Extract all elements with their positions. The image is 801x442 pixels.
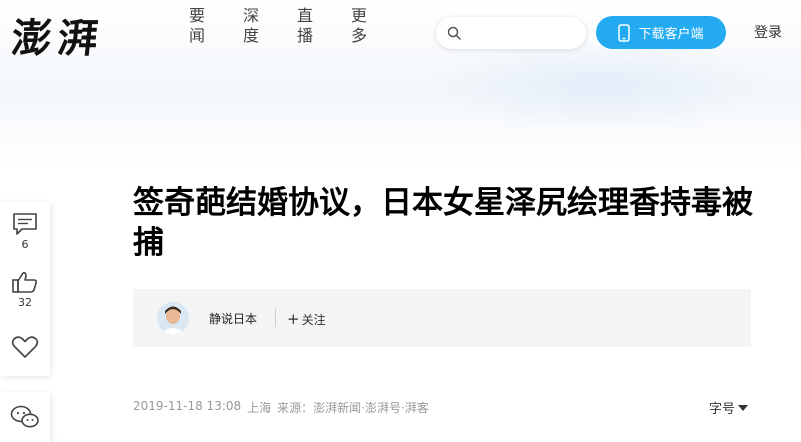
- nav-item-depth[interactable]: 深度: [242, 6, 260, 46]
- download-label: 下载客户端: [638, 27, 704, 42]
- like-action[interactable]: 32: [0, 260, 50, 318]
- publish-location: 上海: [247, 401, 272, 415]
- wechat-icon: [10, 405, 39, 428]
- header-background-glow: [430, 40, 770, 130]
- nav-item-news[interactable]: 要闻: [188, 6, 206, 46]
- nav-item-more[interactable]: 更多: [350, 6, 368, 46]
- favorite-action[interactable]: [0, 318, 50, 376]
- action-sidebar: 6 32: [0, 202, 50, 376]
- search-icon[interactable]: [447, 26, 461, 40]
- author-name[interactable]: 静说日本: [209, 310, 257, 327]
- like-count: 32: [18, 295, 32, 309]
- thumbs-up-icon: [12, 271, 38, 293]
- nav-item-live[interactable]: 直播: [296, 6, 314, 46]
- login-link[interactable]: 登录: [754, 22, 782, 42]
- follow-label: 关注: [301, 313, 326, 327]
- download-app-button[interactable]: 下载客户端: [596, 16, 726, 49]
- article-source: 来源：澎湃新闻·澎湃号·湃客: [277, 401, 429, 415]
- article-title: 签奇葩结婚协议，日本女星泽尻绘理香持毒被捕: [133, 185, 753, 261]
- font-size-label: 字号: [709, 402, 736, 417]
- comment-count: 6: [21, 237, 29, 251]
- comment-action[interactable]: 6: [0, 202, 50, 260]
- font-size-dropdown[interactable]: 字号: [709, 398, 749, 417]
- author-divider: [275, 309, 276, 327]
- search-input[interactable]: [468, 23, 580, 45]
- comment-icon: [13, 212, 37, 235]
- caret-down-icon: [738, 405, 749, 411]
- plus-icon: +: [287, 310, 300, 328]
- article-meta: 2019-11-18 13:08 上海 来源：澎湃新闻·澎湃号·湃客: [133, 399, 429, 416]
- main-nav: 要闻 深度 直播 更多: [188, 6, 368, 46]
- follow-button[interactable]: + 关注: [287, 310, 326, 328]
- phone-icon: [618, 23, 631, 42]
- search-box: [436, 17, 586, 49]
- author-avatar[interactable]: [157, 302, 189, 334]
- site-logo[interactable]: 澎湃: [9, 6, 107, 64]
- wechat-share-button[interactable]: [0, 392, 50, 442]
- heart-icon: [11, 336, 39, 358]
- author-bar: 静说日本 + 关注: [133, 289, 751, 347]
- publish-datetime: 2019-11-18 13:08: [133, 399, 242, 413]
